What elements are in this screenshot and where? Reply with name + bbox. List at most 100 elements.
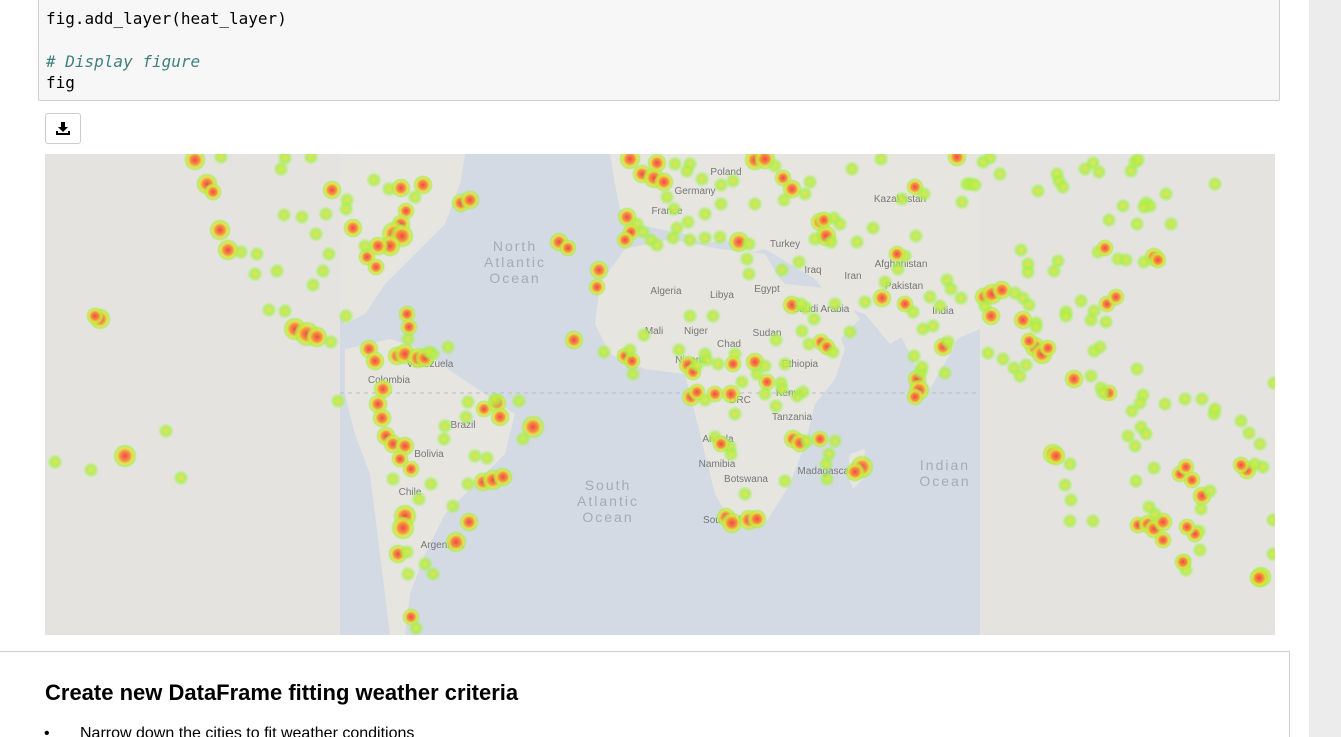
germany-label: Germany <box>674 186 715 197</box>
heatmap-map[interactable]: North Atlantic Ocean South Atlantic Ocean Indi… <box>45 154 1275 635</box>
heat-point <box>1091 164 1107 180</box>
heat-point <box>725 173 741 189</box>
heat-point <box>625 366 641 382</box>
heat-point <box>1085 513 1101 529</box>
code-line: fig <box>46 73 75 92</box>
heat-point <box>458 409 474 425</box>
heat-point <box>273 161 289 177</box>
heat-point <box>939 272 955 288</box>
heat-point <box>795 384 811 400</box>
heat-point <box>86 307 104 325</box>
heat-point <box>727 406 743 422</box>
heat-point <box>723 446 739 462</box>
code-comment: # Display figure <box>46 52 201 71</box>
heat-point <box>1083 312 1099 328</box>
heat-point <box>832 216 848 232</box>
heat-point <box>1154 531 1172 549</box>
niger-label: Niger <box>684 326 709 337</box>
heat-point <box>322 180 342 200</box>
heat-point <box>774 262 790 278</box>
heat-point <box>1020 256 1036 272</box>
turkey-label: Turkey <box>770 239 800 250</box>
heat-point <box>823 234 839 250</box>
heat-point <box>247 266 263 282</box>
heat-point <box>1255 459 1271 475</box>
north-atlantic-label: North Atlantic Ocean <box>484 238 546 286</box>
heat-point <box>589 260 609 280</box>
heat-point <box>1063 492 1079 508</box>
heat-point <box>706 385 724 403</box>
heat-point <box>564 330 584 350</box>
heat-point <box>1018 357 1034 373</box>
section-heading: Create new DataFrame fitting weather cri… <box>45 680 519 705</box>
heat-point <box>757 386 773 402</box>
heat-point <box>1101 212 1117 228</box>
heat-point <box>827 296 843 312</box>
heat-point <box>1136 254 1152 270</box>
heat-point <box>596 344 612 360</box>
download-icon <box>56 121 70 135</box>
heat-point <box>1062 513 1078 529</box>
heat-point <box>385 471 401 487</box>
heat-point <box>47 454 63 470</box>
heat-point <box>445 531 467 553</box>
heat-point <box>423 476 439 492</box>
heat-point <box>1129 216 1145 232</box>
heat-point <box>1092 339 1108 355</box>
heat-point <box>315 263 331 279</box>
heat-point <box>791 254 807 270</box>
heat-point <box>654 172 674 192</box>
heat-point <box>825 344 841 360</box>
heat-point <box>1193 501 1209 517</box>
heat-point <box>1252 436 1268 452</box>
heat-point <box>1207 176 1223 192</box>
heat-point <box>1095 385 1111 401</box>
heat-point <box>807 231 823 247</box>
heat-point <box>276 207 292 223</box>
heat-point <box>697 230 713 246</box>
heat-point <box>937 365 953 381</box>
bullet-list: Narrow down the cities to fit weather co… <box>44 725 414 737</box>
heat-point <box>741 266 757 282</box>
heat-point <box>980 345 996 361</box>
heat-point <box>1046 446 1066 466</box>
heat-point <box>83 462 99 478</box>
heat-point <box>954 194 970 210</box>
heat-point <box>372 408 392 428</box>
heat-point <box>865 220 881 236</box>
heat-point <box>330 393 346 409</box>
heat-point <box>588 278 606 296</box>
scrollbar-track[interactable] <box>1309 0 1341 737</box>
heat-point <box>1178 518 1196 536</box>
code-cell[interactable]: fig.add_layer(heat_layer) # Display figu… <box>38 0 1280 101</box>
heat-point <box>1177 391 1193 407</box>
heat-point <box>338 201 354 217</box>
heat-point <box>905 304 921 320</box>
heat-point <box>365 351 385 371</box>
heat-point <box>890 261 906 277</box>
markdown-cell[interactable]: Create new DataFrame fitting weather cri… <box>0 651 1290 737</box>
heat-point <box>916 186 932 202</box>
heat-point <box>440 339 456 355</box>
heat-point <box>460 190 480 210</box>
heat-point <box>739 251 755 267</box>
heat-point <box>308 226 324 242</box>
heat-point <box>710 356 726 372</box>
heat-point <box>622 342 638 358</box>
heat-point <box>1129 361 1145 377</box>
heat-point <box>1157 396 1173 412</box>
download-button[interactable] <box>45 113 81 144</box>
heat-point <box>768 398 784 414</box>
heat-point <box>811 430 829 448</box>
heat-point <box>277 303 293 319</box>
heat-point <box>487 392 503 408</box>
heat-point <box>1127 438 1143 454</box>
heat-point <box>1123 163 1139 179</box>
heat-point <box>712 229 728 245</box>
heat-point <box>515 431 531 447</box>
heat-point <box>649 237 665 253</box>
heat-point <box>294 209 310 225</box>
south-atlantic-label: South Atlantic Ocean <box>577 477 639 525</box>
heat-point <box>493 467 513 487</box>
list-item: Narrow down the cities to fit weather co… <box>44 725 414 737</box>
